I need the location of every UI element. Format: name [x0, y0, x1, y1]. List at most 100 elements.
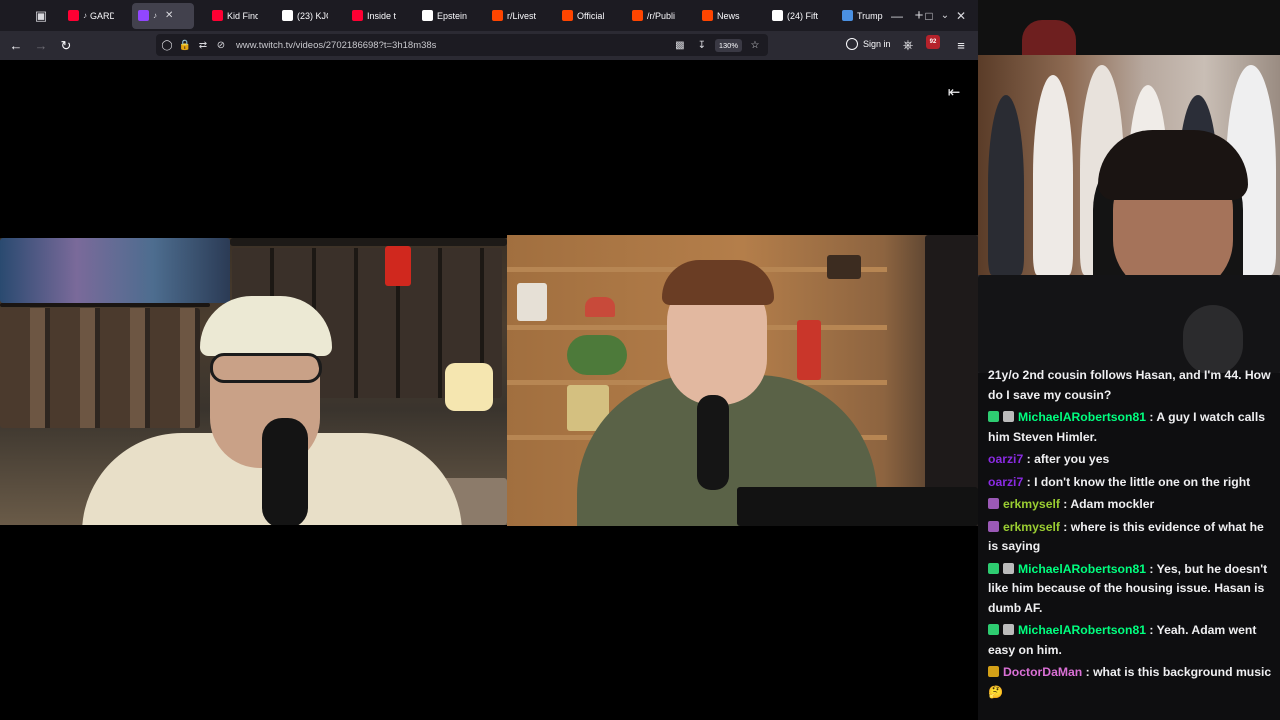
- green-person-badge-icon[interactable]: [988, 624, 999, 635]
- browser-tab[interactable]: ♪ ✕: [132, 2, 194, 29]
- chat-username[interactable]: DoctorDaMan: [1003, 665, 1082, 679]
- url-text[interactable]: www.twitch.tv/videos/2702186698?t=3h18m3…: [236, 40, 671, 51]
- muted-badge-icon[interactable]: [1003, 411, 1014, 422]
- browser-tab[interactable]: Inside t: [346, 3, 404, 29]
- reload-icon[interactable]: ↻: [54, 34, 78, 58]
- chat-message: erkmyself : where is this evidence of wh…: [988, 518, 1274, 557]
- x-icon: [282, 10, 293, 21]
- close-window-icon[interactable]: ✕: [945, 0, 977, 31]
- chat-username[interactable]: oarzi7: [988, 452, 1023, 466]
- sign-in-button[interactable]: Sign in: [846, 38, 891, 50]
- chat-separator: :: [1146, 623, 1157, 637]
- zoom-level[interactable]: 130%: [714, 38, 742, 52]
- chat-username[interactable]: oarzi7: [988, 475, 1023, 489]
- chat-separator: :: [1146, 561, 1157, 576]
- youtube-icon: [68, 10, 79, 21]
- url-bar[interactable]: ◯ 🔒 ⇄ ⊘ www.twitch.tv/videos/2702186698?…: [156, 34, 768, 56]
- browser-tab[interactable]: Epstein: [416, 3, 474, 29]
- news-icon: [842, 10, 853, 21]
- collapse-chat-icon[interactable]: ⇤: [944, 82, 964, 102]
- tab-label: Epstein: [437, 10, 468, 21]
- chat-panel: 21y/o 2nd cousin follows Hasan, and I'm …: [978, 366, 1280, 720]
- chat-text: I don't know the little one on the right: [1034, 474, 1251, 489]
- chat-username[interactable]: MichaelARobertson81: [1018, 562, 1146, 576]
- video-frame-left-host: [0, 238, 507, 525]
- tab-label: Kid Find: [227, 10, 258, 21]
- tab-bar: ▣ ♪GARD♪✕Kid Find(23) KJGInside tEpstein…: [0, 0, 978, 31]
- streamer-webcam: [978, 55, 1280, 373]
- reddit-icon: [492, 10, 503, 21]
- browser-tab[interactable]: News: [696, 3, 754, 29]
- reddit-icon: [702, 10, 713, 21]
- back-icon[interactable]: ←: [4, 34, 28, 58]
- tab-label: r/Livest: [507, 10, 537, 21]
- browser-tab[interactable]: r/Livest: [486, 3, 544, 29]
- youtube-icon: [352, 10, 363, 21]
- browser-tab[interactable]: /r/Publi: [626, 3, 684, 29]
- muted-badge-icon[interactable]: [1003, 562, 1014, 574]
- video-player[interactable]: ⇤: [0, 60, 978, 720]
- sub-badge-icon[interactable]: [988, 498, 999, 509]
- tab-label: News: [717, 10, 740, 21]
- speaker-icon[interactable]: ♪: [83, 11, 87, 20]
- chat-username[interactable]: erkmyself: [1003, 497, 1060, 511]
- chat-username[interactable]: MichaelARobertson81: [1018, 623, 1146, 637]
- twitch-icon: [138, 10, 149, 21]
- browser-tab[interactable]: (24) Fift: [766, 3, 824, 29]
- picture-in-picture-icon[interactable]: ▩: [671, 36, 689, 54]
- tab-label: Inside t: [367, 10, 397, 21]
- chat-separator: :: [1023, 452, 1035, 466]
- chat-username[interactable]: erkmyself: [1003, 520, 1060, 534]
- autoplay-blocked-icon[interactable]: ⊘: [212, 36, 230, 54]
- side-panel: 21y/o 2nd cousin follows Hasan, and I'm …: [978, 0, 1280, 720]
- chat-username[interactable]: MichaelARobertson81: [1018, 410, 1146, 424]
- sub-badge-icon[interactable]: [988, 520, 999, 532]
- chat-message: DoctorDaMan : what is this background mu…: [988, 663, 1274, 702]
- chat-message: oarzi7 : I don't know the little one on …: [988, 473, 1274, 493]
- minimize-icon[interactable]: —: [881, 0, 913, 31]
- browser-tab[interactable]: (23) KJG: [276, 3, 334, 29]
- lock-icon[interactable]: 🔒: [176, 36, 194, 54]
- chat-text: 21y/o 2nd cousin follows Hasan, and I'm …: [988, 368, 1271, 402]
- x-icon: [772, 10, 783, 21]
- save-to-pocket-icon[interactable]: ↧: [693, 36, 711, 54]
- chat-separator: :: [1059, 519, 1071, 534]
- bookmark-star-icon[interactable]: ☆: [746, 36, 764, 54]
- youtube-icon: [212, 10, 223, 21]
- trophy-badge-icon[interactable]: [988, 666, 999, 677]
- tab-label: Trump: [857, 10, 883, 21]
- reddit-icon: [562, 10, 573, 21]
- chat-message: 21y/o 2nd cousin follows Hasan, and I'm …: [988, 366, 1274, 405]
- browser-window: ▣ ♪GARD♪✕Kid Find(23) KJGInside tEpstein…: [0, 0, 978, 720]
- chat-separator: :: [1146, 410, 1157, 424]
- browser-tab[interactable]: ♪ GARD: [62, 3, 120, 29]
- extension-badge-count: 92: [929, 39, 937, 45]
- chat-message: oarzi7 : after you yes: [988, 450, 1274, 470]
- chat-message: MichaelARobertson81 : Yeah. Adam went ea…: [988, 621, 1274, 660]
- chat-separator: :: [1082, 665, 1094, 679]
- app-menu-icon[interactable]: ≡: [949, 33, 973, 57]
- muted-badge-icon[interactable]: [1003, 624, 1014, 635]
- green-person-badge-icon[interactable]: [988, 562, 999, 574]
- chat-separator: :: [1059, 497, 1071, 511]
- ublock-icon[interactable]: 92: [926, 35, 940, 49]
- extensions-icon[interactable]: ⎈: [896, 33, 920, 57]
- browser-tab[interactable]: Official: [556, 3, 614, 29]
- forward-icon[interactable]: →: [29, 34, 53, 58]
- green-person-badge-icon[interactable]: [988, 411, 999, 422]
- chat-text: Adam mockler: [1070, 497, 1155, 511]
- speaker-icon[interactable]: ♪: [153, 11, 157, 20]
- overlay-top: [978, 0, 1280, 55]
- chat-message: erkmyself : Adam mockler: [988, 495, 1274, 515]
- list-all-tabs-icon[interactable]: ▣: [28, 3, 54, 29]
- cbs-icon: [422, 10, 433, 21]
- maximize-icon[interactable]: □: [913, 0, 945, 31]
- tracking-shield-icon[interactable]: ◯: [158, 36, 176, 54]
- sign-in-label: Sign in: [863, 39, 891, 49]
- chat-text: after you yes: [1034, 452, 1110, 466]
- permissions-icon[interactable]: ⇄: [194, 36, 212, 54]
- tab-label: (23) KJG: [297, 10, 328, 21]
- tab-label: GARD: [90, 10, 114, 21]
- browser-tab[interactable]: Kid Find: [206, 3, 264, 29]
- close-tab-icon[interactable]: ✕: [165, 10, 173, 21]
